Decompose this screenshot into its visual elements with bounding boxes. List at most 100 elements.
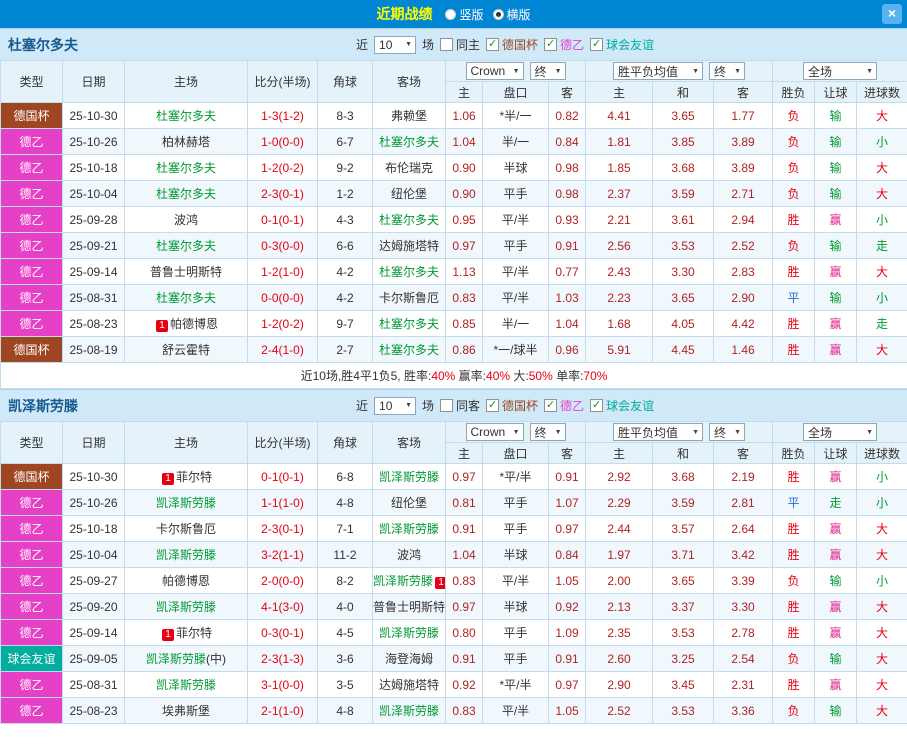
league-filter-friendly[interactable]: ✓ 球会友谊 xyxy=(590,397,654,414)
avg-away-cell: 2.94 xyxy=(713,206,774,233)
topbar: 近期战绩 竖版 横版 × xyxy=(0,0,907,28)
avg-final-select[interactable]: 终 ▼ xyxy=(709,62,746,80)
match-row: 德乙 25-08-31 杜塞尔多夫 0-0(0-0) 4-2 卡尔斯鲁厄 0.83 平/半 1.… xyxy=(0,284,907,311)
radio-selected-icon xyxy=(492,8,504,20)
competition-type-cell: 德乙 xyxy=(0,310,63,337)
league-checkbox-friendly[interactable]: ✓ xyxy=(590,38,604,51)
team-label: 杜塞尔多夫 xyxy=(155,161,216,175)
league-filter-label: 德国杯 xyxy=(502,399,539,413)
competition-type-cell: 德乙 xyxy=(0,619,63,646)
scope-select[interactable]: 全场 ▼ xyxy=(803,423,878,441)
bookmaker-select[interactable]: Crown ▼ xyxy=(465,423,524,441)
league-checkbox-cup[interactable]: ✓ xyxy=(486,399,500,412)
league-checkbox-b2[interactable]: ✓ xyxy=(544,38,558,51)
avg-select[interactable]: 胜平负均值 ▼ xyxy=(613,62,704,80)
date-cell: 25-09-27 xyxy=(62,567,125,594)
result-cell: 负 xyxy=(772,645,816,672)
radio-horizontal-layout[interactable]: 横版 xyxy=(492,6,531,23)
league-filter-friendly[interactable]: ✓ 球会友谊 xyxy=(590,36,654,53)
scope-select[interactable]: 全场 ▼ xyxy=(803,62,878,80)
goals-result-cell: 大 xyxy=(856,154,907,181)
corner-cell: 9-2 xyxy=(317,154,373,181)
away-team-cell: 杜塞尔多夫 xyxy=(372,128,446,155)
neutral-venue-label: (中) xyxy=(206,652,226,666)
match-count-select[interactable]: 10 ▼ xyxy=(374,35,417,54)
odds-away-cell: 1.09 xyxy=(547,619,587,646)
summary-segment: 大: xyxy=(510,369,529,383)
same-venue-filter[interactable]: 同主 xyxy=(440,36,480,53)
league-filter-label: 德国杯 xyxy=(502,38,539,52)
avg-select[interactable]: 胜平负均值 ▼ xyxy=(613,423,704,441)
home-team-cell: 凯泽斯劳滕(中) xyxy=(124,645,248,672)
odds-home-cell: 0.81 xyxy=(445,489,483,516)
handicap-cell: 半球 xyxy=(482,541,549,568)
goals-result-cell: 大 xyxy=(856,258,907,285)
bookmaker-select[interactable]: Crown ▼ xyxy=(465,62,524,80)
date-cell: 25-10-26 xyxy=(62,489,125,516)
subcol-goals: 进球数 xyxy=(856,81,907,103)
radio-vertical-label: 竖版 xyxy=(459,7,484,22)
match-row: 德国杯 25-10-30 1 菲尔特 0-1(0-1) 6-8 凯泽斯劳滕 0.97 *平/半 0… xyxy=(0,463,907,490)
team-label: 凯泽斯劳滕 xyxy=(373,574,434,588)
bookmaker-select-value: Crown xyxy=(470,425,506,439)
scope-header-group: 全场 ▼ xyxy=(772,60,907,82)
odds-final-select[interactable]: 终 ▼ xyxy=(529,423,566,441)
handicap-cell: *平/半 xyxy=(482,463,549,490)
subcol-avg-draw: 和 xyxy=(652,81,715,103)
team-label: 凯泽斯劳滕 xyxy=(155,548,216,562)
corner-cell: 6-7 xyxy=(317,128,373,155)
same-venue-checkbox[interactable] xyxy=(440,38,454,51)
subcol-odds-home: 主 xyxy=(445,442,483,464)
avg-draw-cell: 3.59 xyxy=(652,489,715,516)
league-filter-cup[interactable]: ✓ 德国杯 xyxy=(486,397,538,414)
chevron-down-icon: ▼ xyxy=(554,67,562,75)
avg-header-group: 胜平负均值 ▼ 终 ▼ xyxy=(585,60,774,82)
match-count-select[interactable]: 10 ▼ xyxy=(374,396,417,415)
summary-segment: 近10场,胜4平1负5, xyxy=(300,369,404,383)
league-filter-b2[interactable]: ✓ 德乙 xyxy=(544,397,584,414)
avg-final-select[interactable]: 终 ▼ xyxy=(709,423,746,441)
away-team-cell: 杜塞尔多夫 xyxy=(372,336,446,363)
radio-vertical-layout[interactable]: 竖版 xyxy=(445,6,484,23)
avg-draw-cell: 3.53 xyxy=(652,619,715,646)
team-label: 菲尔特 xyxy=(175,470,212,484)
competition-type-cell: 德乙 xyxy=(0,697,63,724)
avg-away-cell: 3.36 xyxy=(713,697,774,724)
subcol-goals: 进球数 xyxy=(856,442,907,464)
same-venue-label: 同客 xyxy=(456,399,481,413)
league-filter-b2[interactable]: ✓ 德乙 xyxy=(544,36,584,53)
same-venue-filter[interactable]: 同客 xyxy=(440,397,480,414)
subcol-odds-handicap: 盘口 xyxy=(482,81,549,103)
result-cell: 胜 xyxy=(772,310,816,337)
handicap-result-cell: 输 xyxy=(814,180,858,207)
panel-title: 近期战绩 xyxy=(376,6,433,22)
date-cell: 25-10-18 xyxy=(62,515,125,542)
chevron-down-icon: ▼ xyxy=(692,428,700,436)
team-name: 凯泽斯劳滕 xyxy=(8,397,78,414)
league-checkbox-cup[interactable]: ✓ xyxy=(486,38,500,51)
competition-type-cell: 德乙 xyxy=(0,154,63,181)
handicap-result-cell: 赢 xyxy=(814,515,858,542)
match-count-select-value: 10 xyxy=(379,398,393,413)
away-team-cell: 纽伦堡 xyxy=(372,180,446,207)
away-team-cell: 普鲁士明斯特 xyxy=(372,593,446,620)
goals-result-cell: 大 xyxy=(856,645,907,672)
match-row: 球会友谊 25-09-05 凯泽斯劳滕(中) 2-3(1-3) 3-6 海登海姆 0.91 平… xyxy=(0,645,907,672)
goals-result-cell: 小 xyxy=(856,463,907,490)
odds-away-cell: 1.05 xyxy=(547,697,587,724)
handicap-cell: 平手 xyxy=(482,645,549,672)
close-button[interactable]: × xyxy=(882,4,902,24)
handicap-cell: *半/一 xyxy=(482,102,549,129)
league-checkbox-b2[interactable]: ✓ xyxy=(544,399,558,412)
league-checkbox-friendly[interactable]: ✓ xyxy=(590,399,604,412)
corner-cell: 6-6 xyxy=(317,232,373,259)
subcol-result: 胜负 xyxy=(772,442,816,464)
odds-final-select[interactable]: 终 ▼ xyxy=(529,62,566,80)
match-row: 德乙 25-09-14 普鲁士明斯特 1-2(1-0) 4-2 杜塞尔多夫 1.13 平/半 0… xyxy=(0,258,907,285)
avg-draw-cell: 3.25 xyxy=(652,645,715,672)
league-filter-cup[interactable]: ✓ 德国杯 xyxy=(486,36,538,53)
goals-result-cell: 小 xyxy=(856,284,907,311)
result-cell: 胜 xyxy=(772,463,816,490)
same-venue-checkbox[interactable] xyxy=(440,399,454,412)
team-label: 波鸿 xyxy=(396,548,421,562)
